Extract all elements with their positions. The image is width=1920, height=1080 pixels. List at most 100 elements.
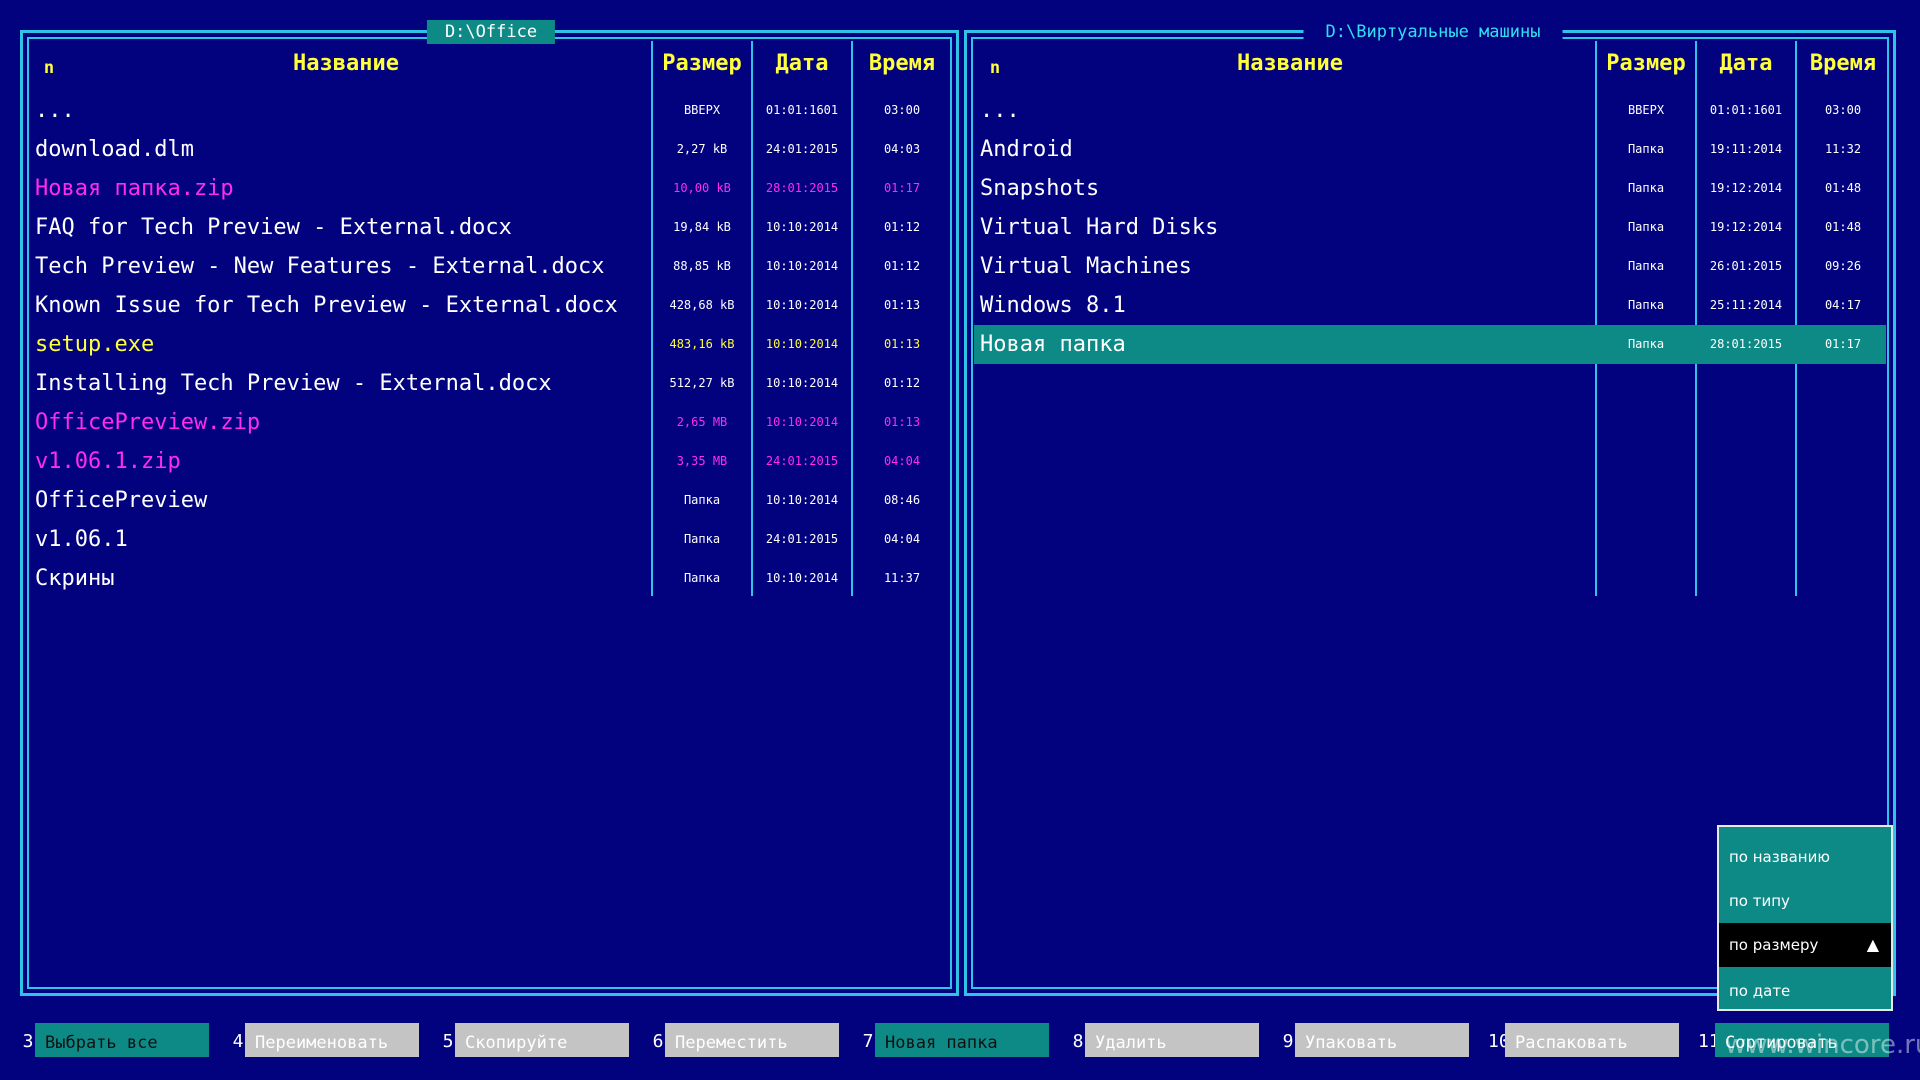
file-size: Папка [1627,298,1665,312]
file-size: 2,27 kB [676,142,728,156]
file-row[interactable]: Tech Preview - New Features - External.d… [23,247,956,286]
file-date: 28:01:2015 [1709,337,1783,351]
file-date: 24:01:2015 [765,142,839,156]
function-key-button[interactable]: Удалить [1085,1023,1259,1057]
column-header-n[interactable]: n [985,51,1005,85]
file-size: Папка [1627,337,1665,351]
file-size: Папка [683,571,721,585]
triangle-up-icon: ▲ [1866,935,1879,954]
left-file-panel[interactable]: D:\Office n Название Размер Дата Время ... ВВЕ… [20,20,959,996]
column-header-date[interactable]: Дата [1697,47,1795,81]
file-name: Snapshots [980,176,1100,201]
file-name: Скрины [35,566,115,591]
function-key-10[interactable]: 10 Распаковать [1488,1022,1683,1058]
file-time: 11:32 [1824,142,1862,156]
file-time: 04:03 [883,142,921,156]
file-time: 01:13 [883,415,921,429]
file-date: 10:10:2014 [765,259,839,273]
file-time: 01:13 [883,337,921,351]
file-time: 08:46 [883,493,921,507]
file-date: 01:01:1601 [765,103,839,117]
sort-option-label: по названию [1729,848,1830,866]
file-name: OfficePreview [35,488,208,513]
file-row[interactable]: Новая папка.zip 10,00 kB 28:01:2015 01:17 [23,169,956,208]
sort-option[interactable]: по названию [1719,835,1891,879]
function-key-4[interactable]: 4 Переименовать [228,1022,423,1058]
file-size: Папка [1627,181,1665,195]
file-date: 10:10:2014 [765,376,839,390]
file-row[interactable]: Snapshots Папка 19:12:2014 01:48 [967,169,1893,208]
function-key-button[interactable]: Упаковать [1295,1023,1469,1057]
file-size: Папка [1627,142,1665,156]
function-key-6[interactable]: 6 Переместить [648,1022,843,1058]
file-row[interactable]: OfficePreview.zip 2,65 MB 10:10:2014 01:13 [23,403,956,442]
function-key-button[interactable]: Выбрать все [35,1023,209,1057]
file-row[interactable]: Windows 8.1 Папка 25:11:2014 04:17 [967,286,1893,325]
function-key-button[interactable]: Скопируйте [455,1023,629,1057]
function-key-9[interactable]: 9 Упаковать [1278,1022,1473,1058]
file-name: Installing Tech Preview - External.docx [35,371,552,396]
file-row[interactable]: Known Issue for Tech Preview - External.… [23,286,956,325]
file-time: 01:12 [883,376,921,390]
function-key-button[interactable]: Переименовать [245,1023,419,1057]
column-header-size[interactable]: Размер [1597,47,1695,81]
file-date: 10:10:2014 [765,571,839,585]
watermark: www.wincore.ru [1725,1030,1920,1060]
file-date: 10:10:2014 [765,493,839,507]
file-time: 01:13 [883,298,921,312]
file-date: 19:12:2014 [1709,220,1783,234]
file-row[interactable]: Новая папка Папка 28:01:2015 01:17 [974,325,1886,364]
function-key-button[interactable]: Переместить [665,1023,839,1057]
file-row[interactable]: Android Папка 19:11:2014 11:32 [967,130,1893,169]
column-header-size[interactable]: Размер [653,47,751,81]
file-date: 10:10:2014 [765,220,839,234]
file-row[interactable]: Virtual Hard Disks Папка 19:12:2014 01:48 [967,208,1893,247]
column-header-n[interactable]: n [39,51,59,85]
sort-menu[interactable]: по названию по типу по размеру ▲ по дате [1717,825,1893,1011]
file-name: Tech Preview - New Features - External.d… [35,254,605,279]
file-date: 19:11:2014 [1709,142,1783,156]
file-time: 01:12 [883,220,921,234]
column-header-time[interactable]: Время [1797,47,1889,81]
file-row[interactable]: Скрины Папка 10:10:2014 11:37 [23,559,956,598]
file-time: 01:12 [883,259,921,273]
column-header-name[interactable]: Название [63,47,629,81]
file-row[interactable]: ... ВВЕРХ 01:01:1601 03:00 [967,91,1893,130]
column-header-time[interactable]: Время [853,47,951,81]
file-size: Папка [1627,259,1665,273]
file-time: 01:17 [1824,337,1862,351]
function-key-5[interactable]: 5 Скопируйте [438,1022,633,1058]
file-time: 04:04 [883,532,921,546]
left-panel-path: D:\Office [426,20,556,44]
file-date: 19:12:2014 [1709,181,1783,195]
file-date: 01:01:1601 [1709,103,1783,117]
column-header-name[interactable]: Название [1007,47,1573,81]
left-file-list: ... ВВЕРХ 01:01:1601 03:00 download.dlm 2,27 … [23,91,956,598]
file-row[interactable]: v1.06.1.zip 3,35 MB 24:01:2015 04:04 [23,442,956,481]
file-date: 10:10:2014 [765,298,839,312]
function-key-8[interactable]: 8 Удалить [1068,1022,1263,1058]
file-row[interactable]: Virtual Machines Папка 26:01:2015 09:26 [967,247,1893,286]
file-row[interactable]: Installing Tech Preview - External.docx 5… [23,364,956,403]
column-header-date[interactable]: Дата [753,47,851,81]
sort-option[interactable]: по типу [1719,879,1891,923]
file-row[interactable]: ... ВВЕРХ 01:01:1601 03:00 [23,91,956,130]
function-key-3[interactable]: 3 Выбрать все [18,1022,213,1058]
file-time: 04:04 [883,454,921,468]
function-key-button[interactable]: Новая папка [875,1023,1049,1057]
file-row[interactable]: v1.06.1 Папка 24:01:2015 04:04 [23,520,956,559]
function-key-bar: 3 Выбрать все 4 Переименовать 5 Скопируйте 6 Пе… [0,1022,1920,1058]
function-key-7[interactable]: 7 Новая папка [858,1022,1053,1058]
file-row[interactable]: OfficePreview Папка 10:10:2014 08:46 [23,481,956,520]
file-name: ... [35,98,75,123]
function-key-button[interactable]: Распаковать [1505,1023,1679,1057]
file-row[interactable]: download.dlm 2,27 kB 24:01:2015 04:03 [23,130,956,169]
sort-option-label: по размеру [1729,936,1819,954]
sort-option[interactable]: по дате [1719,969,1891,1013]
file-row[interactable]: setup.exe 483,16 kB 10:10:2014 01:13 [23,325,956,364]
sort-option[interactable]: по размеру ▲ [1719,923,1891,967]
file-row[interactable]: FAQ for Tech Preview - External.docx 19,8… [23,208,956,247]
file-name: Windows 8.1 [980,293,1126,318]
right-file-list: ... ВВЕРХ 01:01:1601 03:00 Android Папка 19:11… [967,91,1893,364]
file-time: 03:00 [1824,103,1862,117]
